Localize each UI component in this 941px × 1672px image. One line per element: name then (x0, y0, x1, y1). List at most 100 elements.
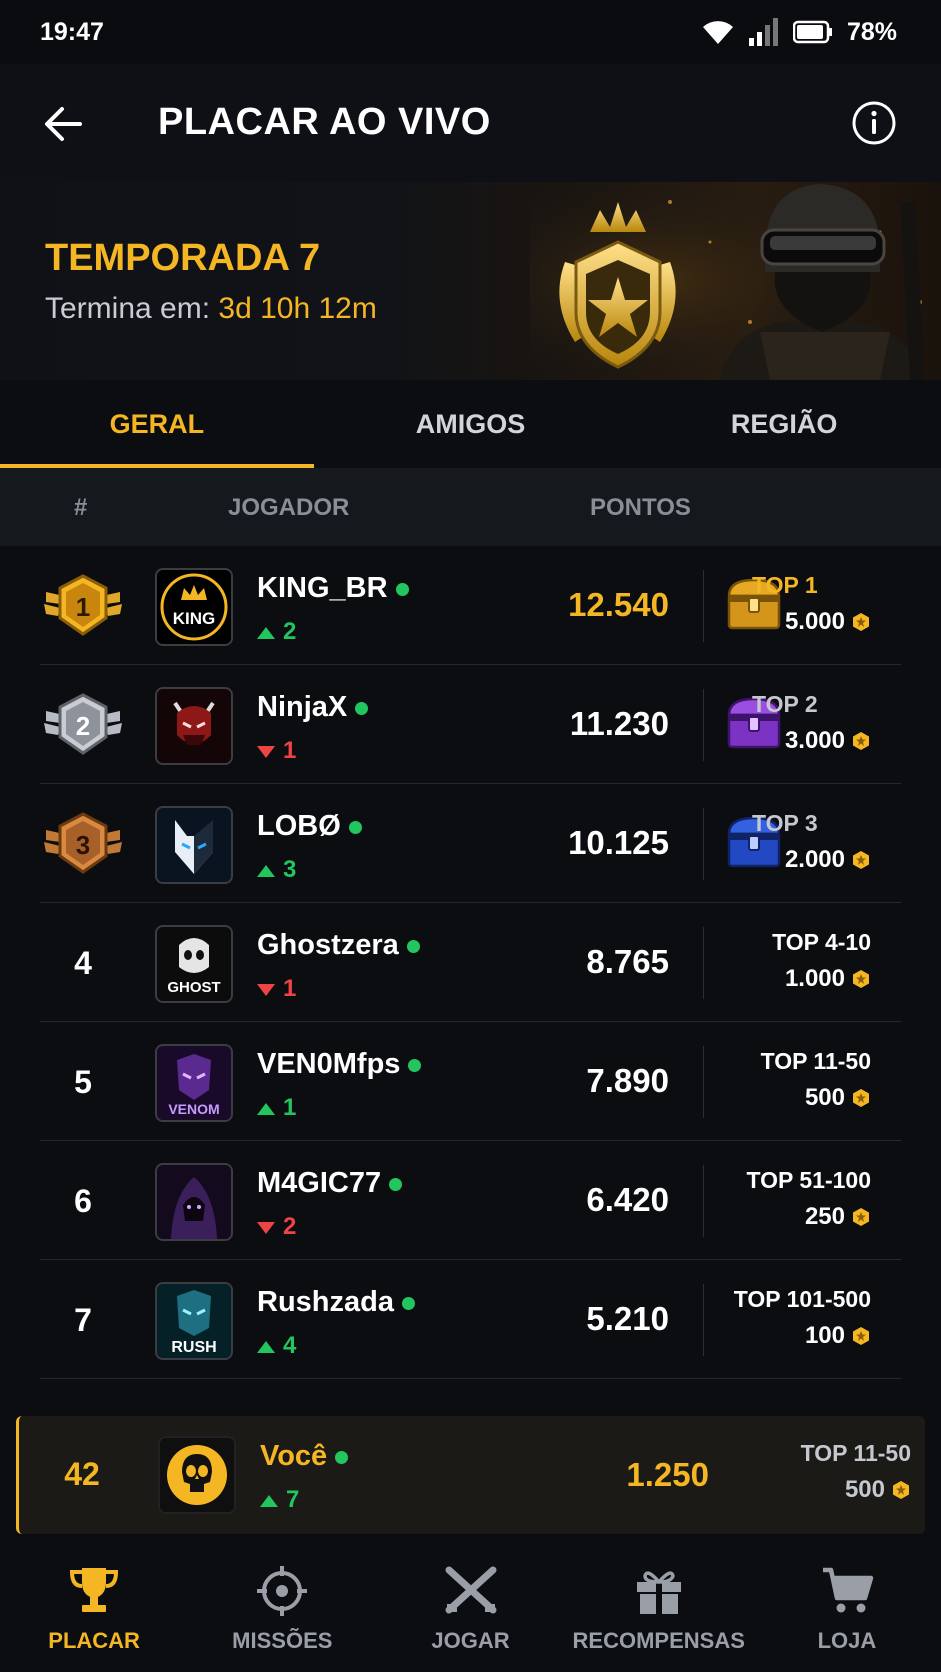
arrow-up-icon (257, 1340, 275, 1353)
player-name: VEN0Mfps (257, 1048, 422, 1081)
reward-amount: 250 (805, 1203, 871, 1231)
nav-jogar[interactable]: JOGAR (376, 1544, 564, 1672)
nav-label: LOJA (817, 1628, 877, 1653)
avatar (155, 687, 233, 765)
online-indicator (406, 939, 420, 953)
nav-loja[interactable]: LOJA (753, 1544, 941, 1672)
divider (703, 1046, 704, 1118)
reward-amount: 3.000 (785, 727, 871, 755)
table-row[interactable]: 2 NinjaX 1 11.230 TOP 2 3.000 (40, 665, 901, 784)
coin-icon (853, 1089, 869, 1107)
nav-label: RECOMPENSAS (572, 1628, 745, 1653)
reward-tier: TOP 2 (752, 691, 818, 717)
table-row[interactable]: 3 LOBØ 3 10.125 TOP 3 2.000 (40, 784, 901, 903)
arrow-down-icon (257, 745, 275, 758)
rank-change: 1 (257, 975, 296, 1003)
coin-icon (853, 732, 869, 750)
reward-value: 100 (804, 1322, 845, 1349)
player-name: LOBØ (257, 810, 362, 843)
nav-recompensas[interactable]: RECOMPENSAS (565, 1544, 753, 1672)
online-indicator (401, 1296, 415, 1310)
wolf-avatar-icon (157, 808, 231, 882)
nav-missoes[interactable]: MISSÕES (188, 1544, 376, 1672)
tab-amigos[interactable]: AMIGOS (314, 380, 628, 468)
online-indicator (395, 582, 409, 596)
rank-change-value: 3 (283, 856, 297, 883)
online-indicator (335, 1450, 349, 1464)
crosshair-icon (257, 1566, 308, 1616)
player-points: 5.210 (586, 1300, 669, 1337)
table-row[interactable]: 6 M4GIC77 2 6.420 TOP 51-100 250 (40, 1141, 901, 1260)
reward-value: 5.000 (784, 608, 845, 635)
app-header: PLACAR AO VIVO (0, 64, 941, 182)
nav-label: JOGAR (431, 1628, 510, 1653)
avatar (155, 806, 233, 884)
cart-icon (822, 1567, 874, 1613)
rank-change: 7 (260, 1486, 299, 1514)
soldier-emblem-art (530, 182, 941, 380)
coin-icon (893, 1481, 909, 1499)
rank-change-value: 7 (286, 1486, 300, 1513)
back-arrow-icon[interactable] (40, 100, 88, 148)
player-name-text: NinjaX (257, 691, 348, 723)
avatar-label: RUSH (171, 1339, 216, 1356)
season-banner: TEMPORADA 7 Termina em: 3d 10h 12m (0, 182, 941, 380)
svg-text:3: 3 (76, 830, 90, 860)
nav-label: MISSÕES (232, 1628, 333, 1653)
online-indicator (408, 1058, 422, 1072)
table-row[interactable]: 7 RUSH Rushzada 4 5.210 TOP 101-500 100 (40, 1260, 901, 1379)
table-row[interactable]: 5 VENOM VEN0Mfps 1 7.890 TOP 11-50 500 (40, 1022, 901, 1141)
reward-tier: TOP 51-100 (746, 1167, 871, 1193)
leaderboard-list: 1 KING KING_BR 2 12.540 TOP 1 5.000 2 Ni… (0, 546, 941, 1379)
table-row[interactable]: 4 GHOST Ghostzera 1 8.765 TOP 4-10 1.000 (40, 903, 901, 1022)
avatar-label: GHOST (167, 979, 220, 996)
coin-icon (853, 851, 869, 869)
info-icon[interactable] (851, 100, 897, 146)
column-header: # JOGADOR PONTOS (0, 468, 941, 546)
coin-icon (853, 613, 869, 631)
avatar-label: KING (173, 609, 216, 628)
crossed-guns-icon (445, 1566, 496, 1614)
table-row[interactable]: 1 KING KING_BR 2 12.540 TOP 1 5.000 (40, 546, 901, 665)
arrow-up-icon (257, 864, 275, 877)
reward-value: 500 (804, 1084, 845, 1111)
trophy-icon (70, 1568, 119, 1612)
player-points: 12.540 (568, 586, 669, 623)
svg-text:1: 1 (76, 592, 90, 622)
divider (703, 927, 704, 999)
player-points: 11.230 (569, 705, 669, 742)
reward-value: 2.000 (784, 846, 845, 873)
arrow-up-icon (260, 1494, 278, 1507)
online-indicator (389, 1177, 403, 1191)
col-player: JOGADOR (228, 494, 350, 521)
season-title: TEMPORADA 7 (45, 237, 321, 279)
reward-tier: TOP 11-50 (760, 1048, 871, 1074)
nav-placar[interactable]: PLACAR (0, 1544, 188, 1672)
current-player-row[interactable]: 42 Você 7 1.250 TOP 11-50 500 (16, 1416, 925, 1534)
reward-value: 500 (844, 1476, 885, 1503)
player-name-text: Você (260, 1440, 328, 1472)
player-name: Rushzada (257, 1286, 415, 1319)
reward-amount: 100 (805, 1322, 871, 1350)
reward-tier: TOP 4-10 (772, 929, 871, 955)
player-name-text: KING_BR (257, 572, 388, 604)
bottom-navigation: PLACAR MISSÕES JOGAR RECOMPENSAS LOJA (0, 1544, 941, 1672)
tab-regiao[interactable]: REGIÃO (627, 380, 941, 468)
player-name-text: Rushzada (257, 1286, 394, 1318)
divider (703, 1284, 704, 1356)
status-icons: 78% (701, 14, 897, 50)
reward-tier: TOP 11-50 (800, 1440, 911, 1466)
rank-change-value: 4 (283, 1332, 297, 1359)
rank-change: 1 (257, 737, 296, 765)
divider (703, 808, 704, 880)
coin-icon (853, 970, 869, 988)
player-name-text: M4GIC77 (257, 1167, 382, 1199)
reward-tier: TOP 1 (752, 572, 818, 598)
reward-amount: 500 (805, 1084, 871, 1112)
divider (703, 689, 704, 761)
player-name: M4GIC77 (257, 1167, 403, 1200)
tab-geral[interactable]: GERAL (0, 380, 314, 468)
reward-tier: TOP 3 (752, 810, 818, 836)
rank-change: 1 (257, 1094, 296, 1122)
player-points: 1.250 (626, 1456, 709, 1493)
